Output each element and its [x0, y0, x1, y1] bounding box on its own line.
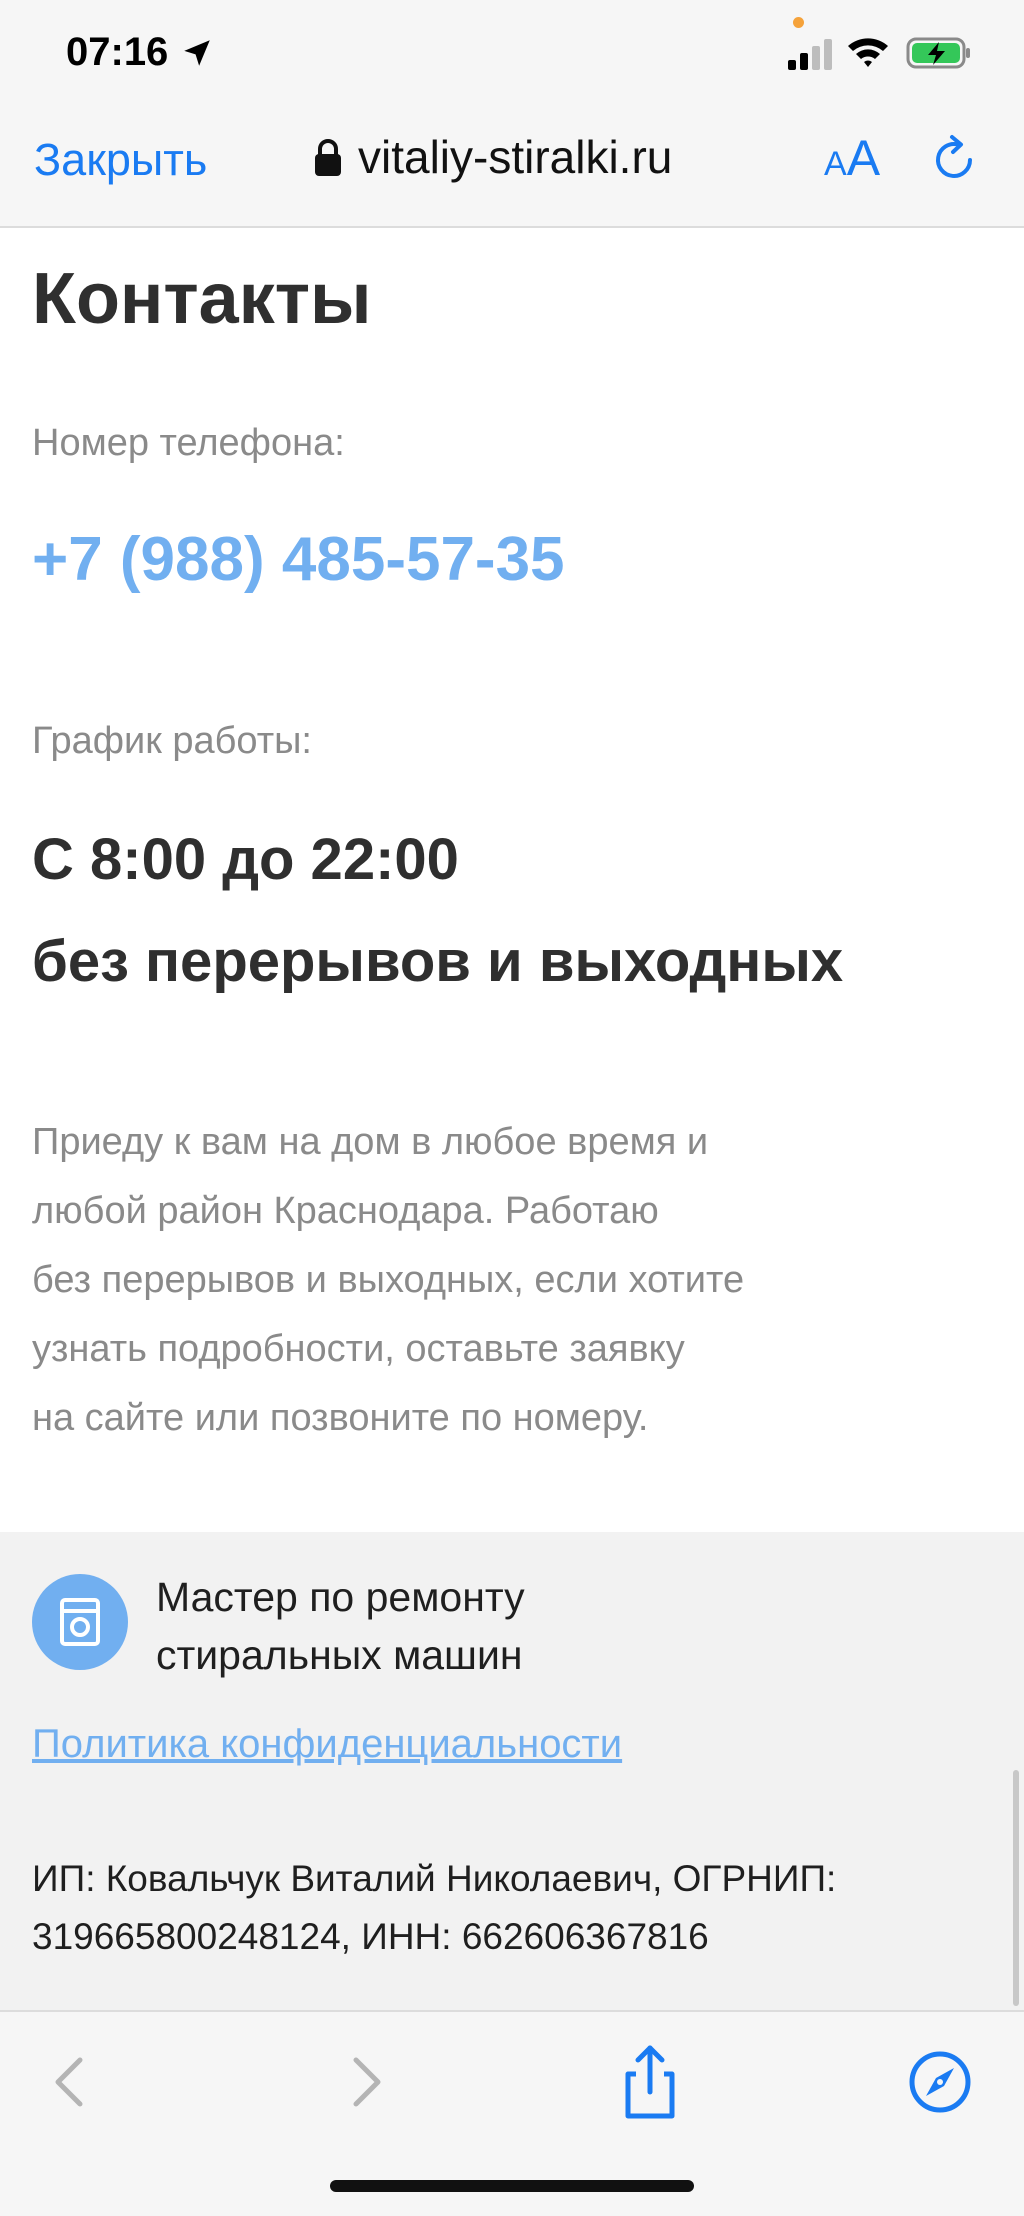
description-line: на сайте или позвоните по номеру. — [32, 1397, 649, 1439]
scrollbar[interactable] — [1013, 1770, 1019, 2006]
status-time: 07:16 — [66, 30, 169, 74]
privacy-policy-link[interactable]: Политика конфиденциальности — [32, 1722, 622, 1767]
phone-label: Номер телефона: — [32, 422, 345, 464]
text-size-button[interactable]: AA — [824, 128, 888, 188]
brand-name[interactable]: Мастер по ремонту стиральных машин — [156, 1568, 616, 1684]
wifi-icon — [848, 38, 888, 67]
browser-nav-bar: Закрыть vitaliy-stiralki.ru AA — [0, 110, 1024, 228]
description-line: Приеду к вам на дом в любое время и — [32, 1121, 709, 1163]
site-footer: Мастер по ремонту стиральных машин Полит… — [0, 1532, 1024, 2010]
legal-info: ИП: Ковальчук Виталий Николаевич, ОГРНИП… — [32, 1850, 932, 1966]
close-button[interactable]: Закрыть — [34, 134, 207, 186]
forward-chevron-icon[interactable] — [326, 2042, 406, 2122]
schedule-label: График работы: — [32, 720, 312, 762]
service-description: Приеду к вам на дом в любое время и любо… — [32, 1108, 852, 1453]
legal-line: 319665800248124, ИНН: 662606367816 — [32, 1916, 709, 1957]
reload-icon[interactable] — [930, 134, 980, 186]
location-arrow-icon — [184, 40, 210, 66]
lock-icon — [315, 139, 341, 176]
home-indicator[interactable] — [330, 2180, 694, 2192]
privacy-indicator-dot — [793, 17, 804, 28]
washing-machine-logo-icon[interactable] — [32, 1574, 128, 1670]
phone-link[interactable]: +7 (988) 485-57-35 — [32, 524, 565, 595]
legal-line: ИП: Ковальчук Виталий Николаевич, ОГРНИП… — [32, 1858, 837, 1899]
description-line: узнать подробности, оставьте заявку — [32, 1328, 685, 1370]
url-address[interactable]: vitaliy-stiralki.ru — [358, 130, 672, 184]
cellular-signal-icon — [788, 39, 832, 70]
page-title: Контакты — [32, 259, 372, 339]
brand-name-line: стиральных машин — [156, 1632, 523, 1678]
battery-charging-icon — [906, 37, 970, 69]
washing-machine-icon — [60, 1598, 100, 1646]
description-line: любой район Краснодара. Работаю — [32, 1190, 659, 1232]
text-size-small-a: A — [824, 145, 847, 183]
brand-name-line: Мастер по ремонту — [156, 1574, 525, 1620]
text-size-large-a: A — [846, 130, 881, 186]
compass-icon[interactable] — [900, 2042, 980, 2122]
working-hours: С 8:00 до 22:00 — [32, 827, 459, 892]
description-line: без перерывов и выходных, если хотите — [32, 1259, 745, 1301]
share-icon[interactable] — [610, 2042, 690, 2122]
working-days: без перерывов и выходных — [32, 929, 844, 994]
status-bar: 07:16 — [0, 0, 1024, 110]
back-chevron-icon[interactable] — [30, 2042, 110, 2122]
